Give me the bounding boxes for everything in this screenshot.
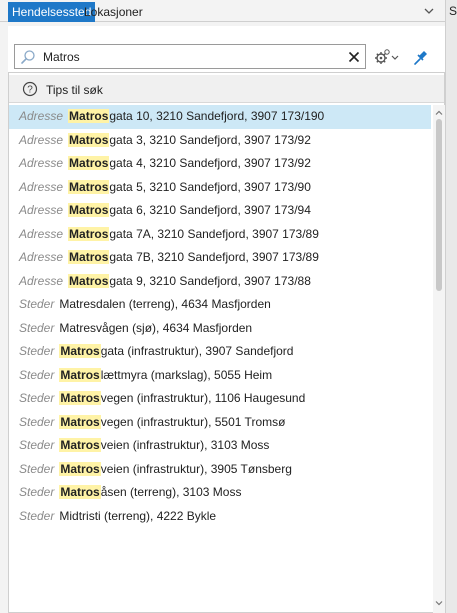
left-background [0, 22, 8, 613]
result-text: veien (infrastruktur), 3905 Tønsberg [100, 461, 292, 476]
result-match-highlight: Matros [68, 109, 110, 123]
result-row[interactable]: Adresse Matrosgata 7B, 3210 Sandefjord, 3… [9, 246, 431, 270]
result-type-label: Steder [19, 461, 55, 476]
chevron-down-icon[interactable] [422, 4, 436, 18]
result-row[interactable]: Steder Matrosveien (infrastruktur), 3905 … [9, 458, 431, 482]
search-panel: Hendelsessted Lokasjoner S Matros ? Tips… [0, 0, 457, 613]
result-row[interactable]: Steder Matrosvegen (infrastruktur), 1106 … [9, 387, 431, 411]
result-text: vegen (infrastruktur), 5501 Tromsø [100, 414, 286, 429]
result-match-highlight: Matros [59, 414, 101, 429]
result-row[interactable]: Adresse Matrosgata 4, 3210 Sandefjord, 39… [9, 152, 431, 176]
result-type-label: Steder [19, 320, 55, 335]
result-text: Midtristi (terreng), 4222 Bykle [59, 508, 217, 523]
result-type-label: Adresse [19, 250, 64, 264]
result-text: veien (infrastruktur), 3103 Moss [100, 438, 270, 452]
suggestion-dropdown: ? Tips til søk Adresse Matrosgata 10, 321… [8, 72, 445, 613]
result-match-highlight: Matros [68, 179, 110, 194]
result-match-highlight: Matros [68, 250, 110, 264]
help-icon: ? [22, 81, 38, 97]
result-match-highlight: Matros [68, 273, 110, 288]
pin-icon[interactable] [412, 47, 430, 67]
result-text: vegen (infrastruktur), 1106 Haugesund [100, 391, 306, 405]
svg-text:?: ? [27, 85, 33, 96]
result-row[interactable]: Adresse Matrosgata 10, 3210 Sandefjord, 3… [9, 105, 431, 129]
result-row[interactable]: Adresse Matrosgata 6, 3210 Sandefjord, 39… [9, 199, 431, 223]
result-row[interactable]: Adresse Matrosgata 9, 3210 Sandefjord, 39… [9, 270, 431, 294]
result-type-label: Steder [19, 367, 55, 382]
search-tips-row[interactable]: ? Tips til søk [9, 75, 444, 103]
result-row[interactable]: Steder Matresvågen (sjø), 4634 Masfjorden [9, 317, 431, 341]
result-row[interactable]: Steder Matrosgata (infrastruktur), 3907 S… [9, 340, 431, 364]
scroll-down-icon[interactable] [435, 599, 443, 607]
result-row[interactable]: Steder Midtristi (terreng), 4222 Bykle [9, 505, 431, 529]
scroll-up-icon[interactable] [435, 109, 443, 117]
results-list: Adresse Matrosgata 10, 3210 Sandefjord, 3… [9, 105, 431, 613]
result-text: gata (infrastruktur), 3907 Sandefjord [100, 344, 294, 358]
tab-lokasjoner[interactable]: Lokasjoner [80, 2, 147, 22]
result-match-highlight: Matros [68, 226, 110, 241]
search-box [14, 44, 366, 69]
scrollbar-thumb[interactable] [436, 119, 442, 291]
result-type-label: Steder [19, 438, 55, 452]
result-row[interactable]: Steder Matroslættmyra (markslag), 5055 He… [9, 364, 431, 388]
result-type-label: Adresse [19, 179, 64, 194]
result-type-label: Adresse [19, 273, 64, 288]
result-match-highlight: Matros [59, 485, 101, 499]
result-type-label: Steder [19, 344, 55, 358]
tab-strip: Hendelsessted Lokasjoner [0, 0, 445, 22]
result-text: gata 7B, 3210 Sandefjord, 3907 173/89 [109, 250, 319, 264]
result-type-label: Adresse [19, 132, 64, 147]
result-type-label: Steder [19, 508, 55, 523]
result-match-highlight: Matros [59, 344, 101, 358]
result-text: lættmyra (markslag), 5055 Heim [100, 367, 273, 382]
search-toolbar [8, 26, 445, 72]
result-text: gata 10, 3210 Sandefjord, 3907 173/190 [109, 109, 325, 123]
result-text: gata 4, 3210 Sandefjord, 3907 173/92 [109, 156, 311, 170]
result-text: gata 9, 3210 Sandefjord, 3907 173/88 [109, 273, 311, 288]
scrollbar[interactable] [433, 105, 445, 613]
result-row[interactable]: Adresse Matrosgata 7A, 3210 Sandefjord, 3… [9, 223, 431, 247]
result-match-highlight: Matros [59, 438, 101, 452]
result-type-label: Adresse [19, 156, 64, 170]
result-text: gata 3, 3210 Sandefjord, 3907 173/92 [109, 132, 311, 147]
result-type-label: Adresse [19, 226, 64, 241]
result-text: åsen (terreng), 3103 Moss [100, 485, 242, 499]
search-icon [21, 50, 35, 64]
result-type-label: Steder [19, 391, 55, 405]
result-text: gata 5, 3210 Sandefjord, 3907 173/90 [109, 179, 311, 194]
result-row[interactable]: Adresse Matrosgata 3, 3210 Sandefjord, 39… [9, 129, 431, 153]
result-match-highlight: Matros [59, 461, 101, 476]
result-type-label: Steder [19, 297, 55, 311]
tips-label: Tips til søk [46, 83, 103, 97]
gear-icon[interactable] [372, 47, 400, 67]
result-match-highlight: Matros [59, 367, 101, 382]
result-text: gata 6, 3210 Sandefjord, 3907 173/94 [109, 203, 311, 217]
result-match-highlight: Matros [68, 132, 110, 147]
result-type-label: Steder [19, 414, 55, 429]
result-type-label: Adresse [19, 203, 64, 217]
result-type-label: Steder [19, 485, 55, 499]
result-text: Matresdalen (terreng), 4634 Masfjorden [59, 297, 271, 311]
result-row[interactable]: Steder Matresdalen (terreng), 4634 Masfjo… [9, 293, 431, 317]
result-text: Matresvågen (sjø), 4634 Masfjorden [59, 320, 253, 335]
result-row[interactable]: Steder Matrosvegen (infrastruktur), 5501 … [9, 411, 431, 435]
result-row[interactable]: Adresse Matrosgata 5, 3210 Sandefjord, 39… [9, 176, 431, 200]
result-match-highlight: Matros [68, 156, 110, 170]
search-input[interactable] [43, 47, 333, 66]
result-type-label: Adresse [19, 109, 64, 123]
adjacent-panel-edge [445, 0, 457, 613]
result-match-highlight: Matros [59, 391, 101, 405]
close-icon[interactable] [346, 49, 362, 65]
result-row[interactable]: Steder Matrosveien (infrastruktur), 3103 … [9, 434, 431, 458]
result-match-highlight: Matros [68, 203, 110, 217]
adjacent-tab-label[interactable]: S [449, 4, 457, 18]
result-text: gata 7A, 3210 Sandefjord, 3907 173/89 [109, 226, 319, 241]
result-row[interactable]: Steder Matrosåsen (terreng), 3103 Moss [9, 481, 431, 505]
